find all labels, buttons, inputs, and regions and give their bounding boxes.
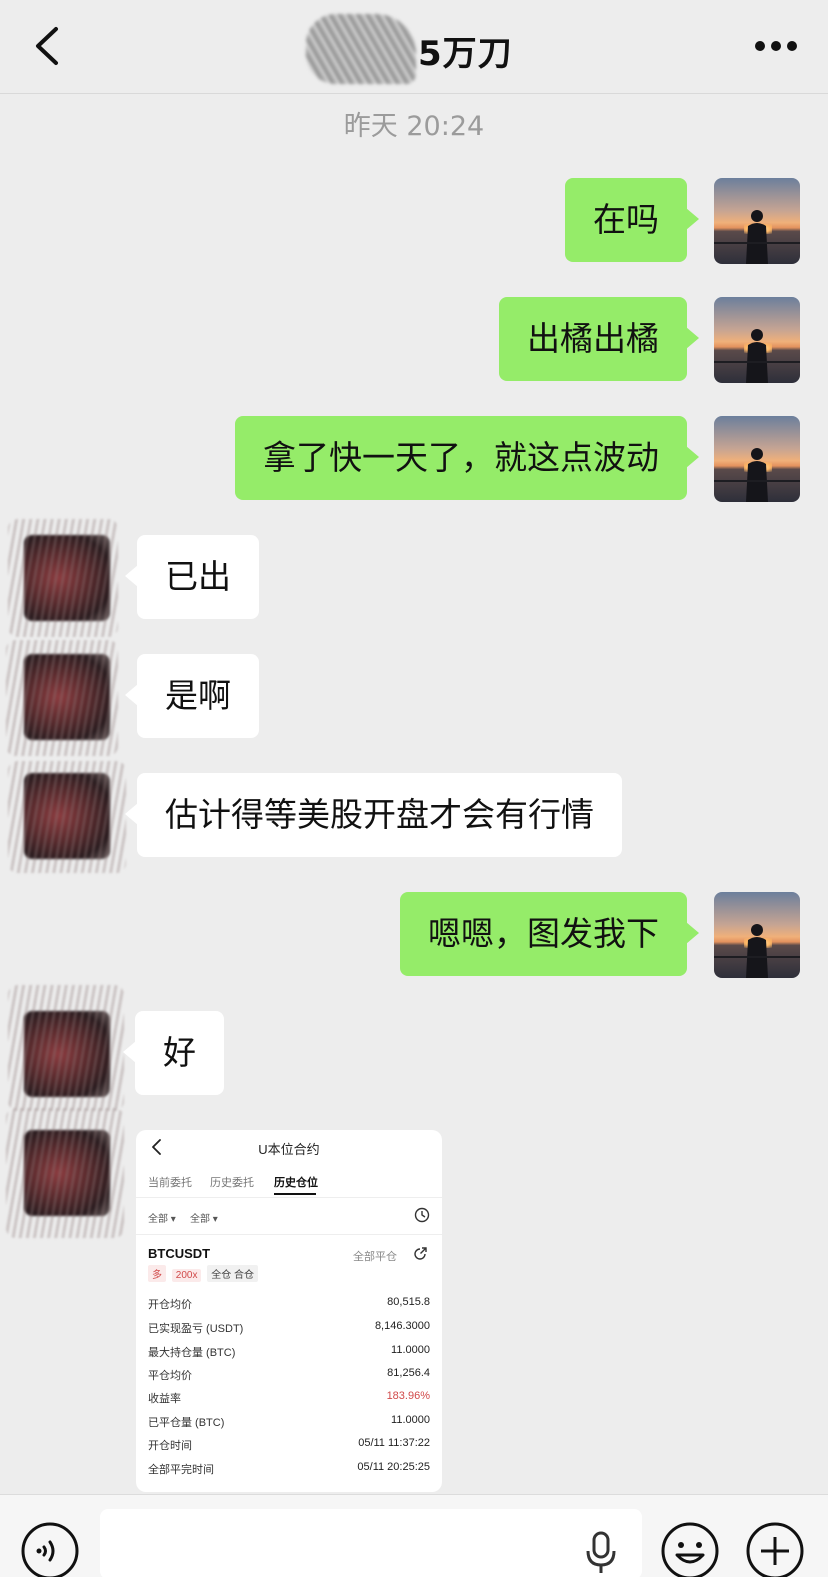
detail-row: 平仓均价 81,256.4 (148, 1367, 430, 1383)
chevron-left-icon[interactable] (32, 26, 64, 66)
message-input[interactable] (100, 1509, 642, 1577)
leverage-tag: 200x (171, 1269, 202, 1282)
plus-icon[interactable] (745, 1521, 805, 1577)
redaction-smear (6, 640, 118, 756)
side-tag: 多 (148, 1265, 166, 1282)
chat-title: 5万刀 (300, 14, 520, 84)
detail-row: 已实现盈亏 (USDT) 8,146.3000 (148, 1320, 430, 1336)
redaction-smear (8, 761, 126, 873)
detail-value: 11.0000 (391, 1344, 430, 1356)
detail-row: 开仓均价 80,515.8 (148, 1296, 430, 1312)
message-bubble[interactable]: 已出 (125, 535, 259, 619)
chat-header: 5万刀 (0, 0, 828, 94)
message-row-other: 估计得等美股开盘才会有行情 (0, 761, 828, 873)
trading-symbol: BTCUSDT (148, 1246, 211, 1261)
message-timestamp: 昨天 20:24 (343, 111, 485, 142)
close-all-label: 全部平仓 (353, 1251, 397, 1263)
redacted-scribble (306, 14, 416, 84)
detail-value: 05/11 11:37:22 (358, 1437, 430, 1449)
shared-screenshot-image[interactable]: U本位合约 当前委托 历史委托 历史仓位 全部 ▾ 全部 ▾ BTCUSDT 全… (136, 1130, 442, 1492)
margin-mode-tag: 全仓 合仓 (207, 1265, 259, 1282)
detail-row: 最大持仓量 (BTC) 11.0000 (148, 1344, 430, 1360)
detail-row: 收益率 183.96% (148, 1390, 430, 1406)
filter-dropdown: 全部 ▾ (190, 1214, 218, 1225)
detail-value: 80,515.8 (387, 1296, 430, 1308)
message-row-self: 嗯嗯，图发我下 (0, 892, 828, 978)
avatar-railing (714, 956, 800, 958)
share-icon (414, 1247, 427, 1260)
detail-label: 开仓时间 (148, 1440, 192, 1452)
avatar-person-silhouette (746, 210, 768, 264)
redaction-smear (6, 1108, 124, 1238)
divider (136, 1234, 442, 1235)
avatar-railing (714, 361, 800, 363)
more-dots-icon[interactable] (754, 40, 798, 52)
chat-title-text: 5万刀 (418, 34, 513, 74)
message-row-self: 出橘出橘 (0, 297, 828, 383)
message-row-self: 拿了快一天了，就这点波动 (0, 416, 828, 502)
detail-label: 平仓均价 (148, 1370, 192, 1382)
self-avatar[interactable] (714, 178, 800, 264)
voice-mode-icon[interactable] (20, 1521, 80, 1577)
tab-current-orders: 当前委托 (148, 1177, 192, 1189)
clock-icon (414, 1207, 430, 1223)
divider (136, 1197, 442, 1198)
detail-value: 183.96% (386, 1390, 430, 1402)
avatar-railing (714, 242, 800, 244)
detail-label: 已实现盈亏 (USDT) (148, 1323, 244, 1335)
self-avatar[interactable] (714, 297, 800, 383)
detail-row: 开仓时间 05/11 11:37:22 (148, 1437, 430, 1453)
detail-label: 已平仓量 (BTC) (148, 1417, 225, 1429)
avatar-person-silhouette (746, 329, 768, 383)
message-bubble[interactable]: 在吗 (565, 178, 699, 262)
message-bubble[interactable]: 是啊 (125, 654, 259, 738)
detail-label: 最大持仓量 (BTC) (148, 1347, 236, 1359)
message-row-other: 好 (0, 985, 828, 1111)
message-row-other: 是啊 (0, 640, 828, 756)
detail-row: 已平仓量 (BTC) 11.0000 (148, 1414, 430, 1430)
redaction-smear (8, 985, 124, 1111)
input-toolbar (0, 1494, 828, 1577)
message-row-other: 已出 (0, 519, 828, 637)
tab-position-history: 历史仓位 (274, 1177, 318, 1189)
tab-order-history: 历史委托 (210, 1177, 254, 1189)
active-tab-indicator (274, 1193, 316, 1195)
avatar-person-silhouette (746, 924, 768, 978)
message-bubble[interactable]: 嗯嗯，图发我下 (400, 892, 699, 976)
message-bubble[interactable]: 拿了快一天了，就这点波动 (235, 416, 699, 500)
detail-row: 全部平完时间 05/11 20:25:25 (148, 1461, 430, 1477)
avatar-railing (714, 480, 800, 482)
message-row-self: 在吗 (0, 178, 828, 264)
detail-value: 05/11 20:25:25 (357, 1461, 430, 1473)
message-bubble[interactable]: 出橘出橘 (499, 297, 699, 381)
position-tags: 多 200x 全仓 合仓 (148, 1265, 261, 1282)
emoji-icon[interactable] (660, 1521, 720, 1577)
filter-dropdown: 全部 ▾ (148, 1214, 176, 1225)
avatar-person-silhouette (746, 448, 768, 502)
message-bubble[interactable]: 好 (123, 1011, 224, 1095)
self-avatar[interactable] (714, 416, 800, 502)
detail-value: 11.0000 (391, 1414, 430, 1426)
message-bubble[interactable]: 估计得等美股开盘才会有行情 (125, 773, 622, 857)
microphone-icon[interactable] (584, 1531, 618, 1575)
contract-title: U本位合约 (258, 1142, 320, 1157)
detail-value: 8,146.3000 (374, 1320, 430, 1332)
detail-value: 81,256.4 (387, 1367, 430, 1379)
self-avatar[interactable] (714, 892, 800, 978)
redaction-smear (8, 519, 118, 637)
detail-label: 收益率 (148, 1393, 181, 1405)
detail-label: 开仓均价 (148, 1299, 192, 1311)
detail-label: 全部平完时间 (148, 1464, 214, 1476)
